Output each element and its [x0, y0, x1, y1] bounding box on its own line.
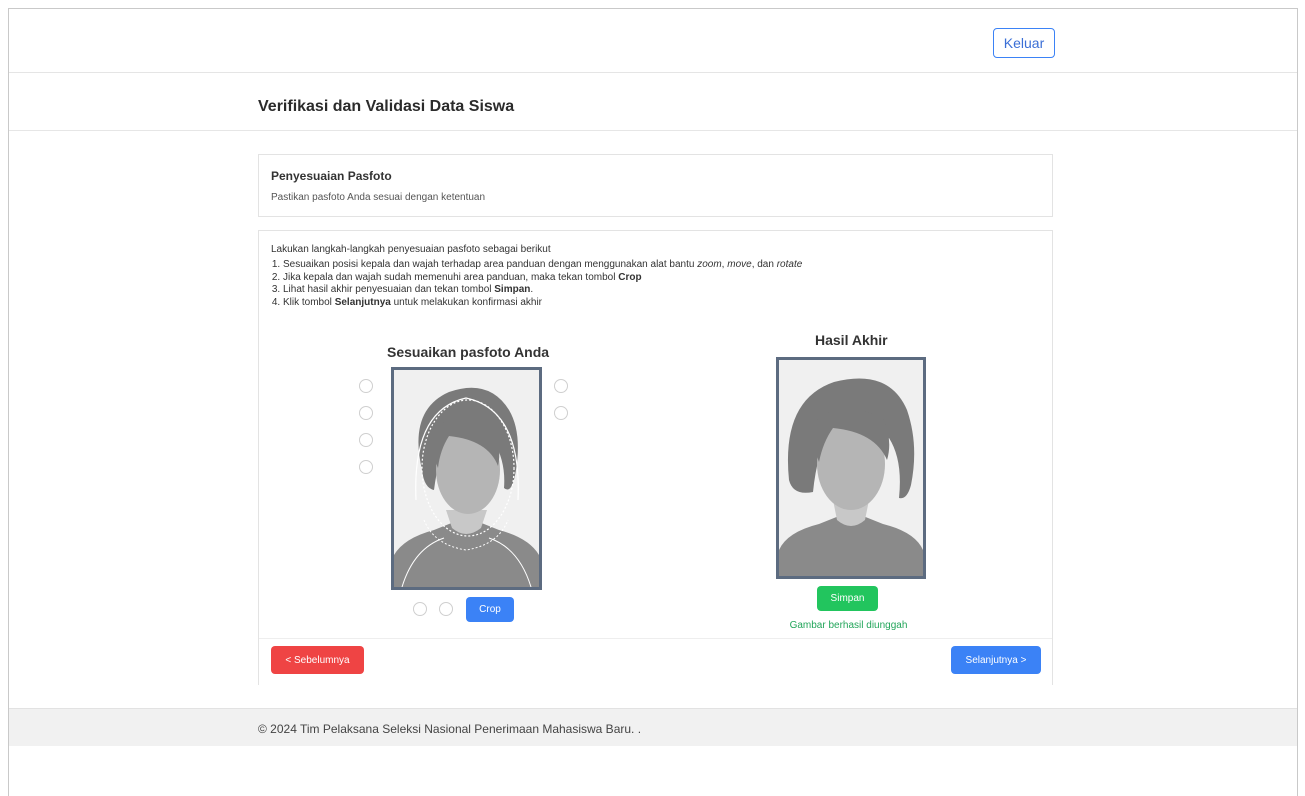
card-footer: [259, 638, 1052, 685]
flip-vertical-icon[interactable]: [439, 602, 453, 616]
intro-card: [258, 154, 1053, 217]
page-title: Verifikasi dan Validasi Data Siswa: [258, 98, 515, 115]
instructions-list: Sesuaikan posisi kepala dan wajah terhad…: [271, 259, 983, 309]
save-button[interactable]: Simpan: [817, 586, 878, 611]
result-title: Hasil Akhir: [815, 332, 888, 348]
intro-card-subtitle: Pastikan pasfoto Anda sesuai dengan kete…: [271, 192, 486, 203]
instruction-step: Jika kepala dan wajah sudah memenuhi are…: [283, 272, 983, 285]
placeholder-avatar-icon: [779, 360, 923, 576]
page-header: [9, 73, 1297, 131]
result-photo: [776, 357, 926, 579]
intro-card-title: Penyesuaian Pasfoto: [271, 169, 392, 183]
page-footer: [9, 708, 1297, 746]
next-button[interactable]: Selanjutnya >: [951, 646, 1041, 674]
crop-button[interactable]: Crop: [466, 597, 514, 622]
editor-title: Sesuaikan pasfoto Anda: [387, 344, 550, 360]
instruction-step: Sesuaikan posisi kepala dan wajah terhad…: [283, 259, 983, 272]
move-icon[interactable]: [554, 379, 568, 393]
placeholder-avatar-icon: [394, 370, 539, 587]
reset-icon[interactable]: [554, 406, 568, 420]
upload-success-message: Gambar berhasil diunggah: [789, 620, 908, 631]
footer-copyright: © 2024 Tim Pelaksana Seleksi Nasional Pe…: [258, 722, 642, 736]
logout-button[interactable]: Keluar: [993, 28, 1055, 58]
previous-button[interactable]: < Sebelumnya: [271, 646, 364, 674]
flip-horizontal-icon[interactable]: [413, 602, 427, 616]
zoom-out-icon[interactable]: [359, 406, 373, 420]
rotate-left-icon[interactable]: [359, 433, 373, 447]
rotate-right-icon[interactable]: [359, 460, 373, 474]
top-navbar: [9, 9, 1297, 73]
crop-editor-canvas[interactable]: [391, 367, 542, 590]
instruction-step: Lihat hasil akhir penyesuaian dan tekan …: [283, 284, 983, 297]
zoom-in-icon[interactable]: [359, 379, 373, 393]
instruction-step: Klik tombol Selanjutnya untuk melakukan …: [283, 297, 983, 310]
instructions-intro: Lakukan langkah-langkah penyesuaian pasf…: [271, 244, 551, 255]
